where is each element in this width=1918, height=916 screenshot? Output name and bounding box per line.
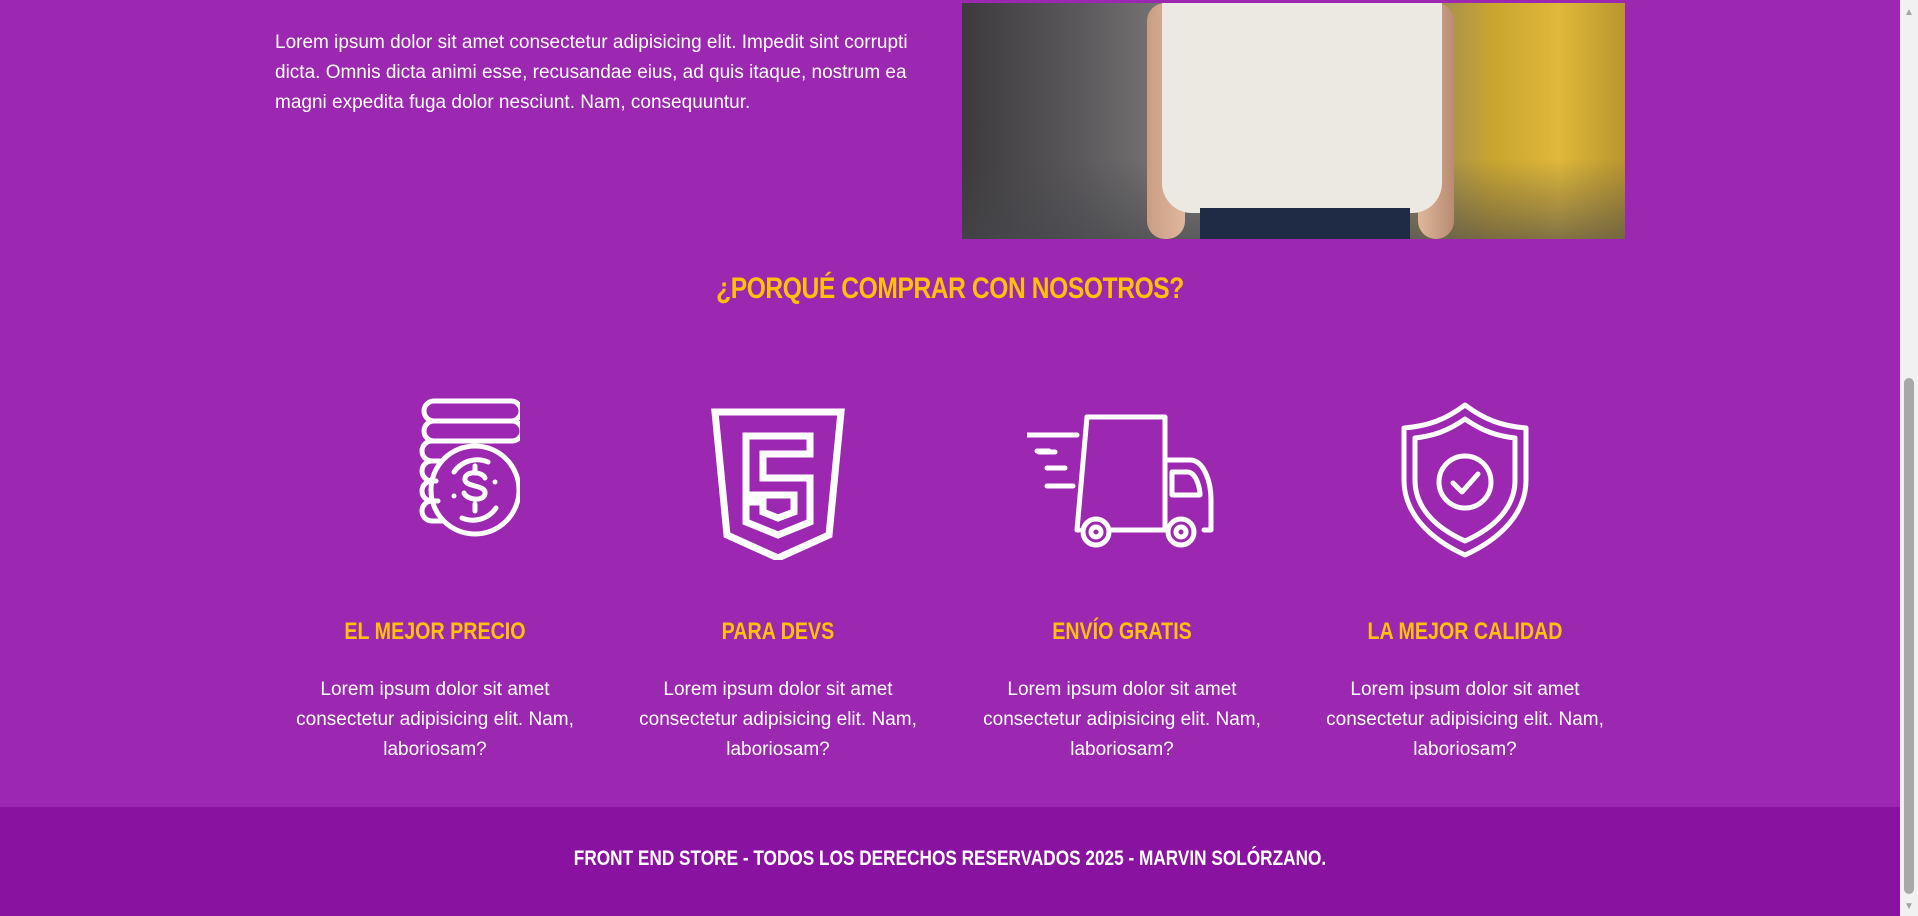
feature-title: Envío gratis bbox=[1052, 618, 1192, 645]
feature-description: Lorem ipsum dolor sit amet consectetur a… bbox=[983, 679, 1261, 760]
scrollbar-thumb[interactable] bbox=[1904, 378, 1914, 894]
vertical-scrollbar[interactable]: ▲ ▼ bbox=[1900, 0, 1918, 916]
footer: Front End Store - Todos los derechos res… bbox=[0, 807, 1900, 916]
feature-title: Para devs bbox=[721, 618, 835, 645]
footer-text: Front End Store - Todos los derechos res… bbox=[573, 847, 1327, 870]
feature-card-quality: La mejor calidad Lorem ipsum dolor sit a… bbox=[1315, 390, 1615, 760]
feature-card-shipping: Envío gratis Lorem ipsum dolor sit amet … bbox=[972, 390, 1272, 760]
feature-description: Lorem ipsum dolor sit amet consectetur a… bbox=[639, 679, 917, 760]
page: Lorem ipsum dolor sit amet consectetur a… bbox=[0, 0, 1900, 916]
scroll-up-arrow-icon[interactable]: ▲ bbox=[1900, 4, 1918, 20]
coins-dollar-icon bbox=[419, 398, 520, 537]
section-title: ¿Porqué comprar con nosotros? bbox=[716, 272, 1184, 305]
about-text: Lorem ipsum dolor sit amet consectetur a… bbox=[275, 32, 908, 113]
feature-title: El mejor precio bbox=[344, 618, 526, 645]
scroll-down-arrow-icon[interactable]: ▼ bbox=[1900, 898, 1918, 914]
feature-description: Lorem ipsum dolor sit amet consectetur a… bbox=[1326, 679, 1604, 760]
delivery-truck-icon bbox=[1027, 414, 1214, 548]
feature-title: La mejor calidad bbox=[1367, 618, 1563, 645]
photo-tshirt bbox=[1162, 3, 1442, 213]
product-photo bbox=[962, 3, 1625, 239]
html5-icon bbox=[711, 408, 845, 560]
shield-check-icon bbox=[1401, 402, 1529, 558]
photo-jeans bbox=[1200, 208, 1410, 239]
feature-card-price: El mejor precio Lorem ipsum dolor sit am… bbox=[285, 390, 585, 760]
feature-card-devs: Para devs Lorem ipsum dolor sit amet con… bbox=[628, 390, 928, 760]
feature-description: Lorem ipsum dolor sit amet consectetur a… bbox=[296, 679, 574, 760]
